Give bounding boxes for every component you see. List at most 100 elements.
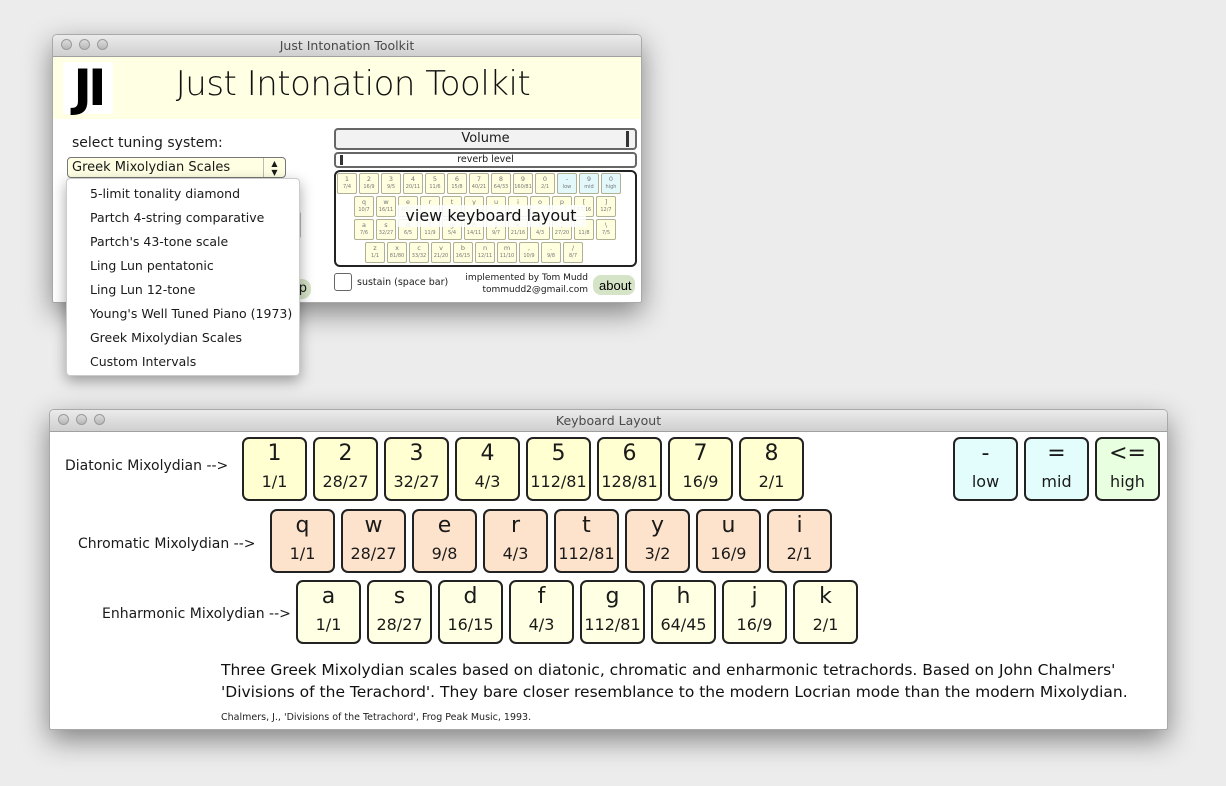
- key-j[interactable]: j 16/9: [722, 580, 787, 644]
- key-w[interactable]: w 28/27: [341, 509, 406, 573]
- key-6[interactable]: 6 128/81: [597, 437, 662, 501]
- mini-key[interactable]: s 32/27: [376, 219, 396, 240]
- mini-key[interactable]: 7 40/21: [469, 173, 489, 194]
- close-window-button[interactable]: [61, 39, 72, 50]
- minimize-window-button[interactable]: [79, 39, 90, 50]
- dropdown-option[interactable]: Partch's 43-tone scale: [67, 230, 299, 254]
- key-k[interactable]: k 2/1: [793, 580, 858, 644]
- layout-titlebar: Keyboard Layout: [50, 410, 1167, 432]
- key-label: mid: [1041, 472, 1072, 491]
- mini-key[interactable]: ] 12/7: [596, 196, 616, 217]
- volume-slider[interactable]: Volume: [334, 128, 637, 150]
- mini-key[interactable]: 6 15/8: [447, 173, 467, 194]
- mini-key[interactable]: x 81/80: [387, 242, 407, 263]
- key-3[interactable]: 3 32/27: [384, 437, 449, 501]
- mini-key[interactable]: 3 9/5: [381, 173, 401, 194]
- mini-key[interactable]: b 16/15: [453, 242, 473, 263]
- mini-key[interactable]: 4 20/11: [403, 173, 423, 194]
- enharmonic-key-row: a 1/1 s 28/27 d 16/15 f 4/3 g 112/81 h 64/45 j 16/9 k 2…: [296, 580, 858, 644]
- zoom-window-button[interactable]: [97, 39, 108, 50]
- key-u[interactable]: u 16/9: [696, 509, 761, 573]
- tuning-select-value: Greek Mixolydian Scales: [72, 160, 231, 175]
- mini-keyboard-preview[interactable]: z 1/1 x 81/80 c 33/32 v 21/20 b 16/15 n 12/11 m 11/10…: [334, 170, 637, 267]
- key-char: i: [796, 513, 803, 538]
- mini-key[interactable]: /8/7: [563, 242, 583, 263]
- dropdown-option[interactable]: Partch 4-string comparative: [67, 206, 299, 230]
- key-1[interactable]: 1 1/1: [242, 437, 307, 501]
- key-t[interactable]: t 112/81: [554, 509, 619, 573]
- tuning-system-select[interactable]: Greek Mixolydian Scales ▲ ▼: [67, 157, 286, 178]
- key-s[interactable]: s 28/27: [367, 580, 432, 644]
- mini-key-ratio: 15/8: [451, 184, 463, 190]
- tuning-system-dropdown: 5-limit tonality diamond Partch 4-string…: [66, 178, 300, 376]
- mini-key[interactable]: c 33/32: [409, 242, 429, 263]
- close-window-button[interactable]: [58, 414, 69, 425]
- dropdown-option[interactable]: Custom Intervals: [67, 350, 299, 374]
- mini-key-char: m: [503, 244, 511, 252]
- mini-key[interactable]: 0 2/1: [535, 173, 555, 194]
- volume-label: Volume: [461, 131, 510, 146]
- key-ratio: 64/45: [660, 615, 707, 634]
- octave-key-low[interactable]: - low: [953, 437, 1018, 501]
- reverb-slider-handle[interactable]: [339, 155, 343, 165]
- key-f[interactable]: f 4/3: [509, 580, 574, 644]
- dropdown-option[interactable]: Young's Well Tuned Piano (1973): [67, 302, 299, 326]
- mini-key-ratio: 9/5: [386, 184, 396, 190]
- key-char: g: [605, 584, 620, 609]
- mini-key[interactable]: w 16/11: [376, 196, 396, 217]
- key-d[interactable]: d 16/15: [438, 580, 503, 644]
- zoom-window-button[interactable]: [94, 414, 105, 425]
- key-r[interactable]: r 4/3: [483, 509, 548, 573]
- key-a[interactable]: a 1/1: [296, 580, 361, 644]
- mini-key[interactable]: q 10/7: [354, 196, 374, 217]
- dropdown-option[interactable]: Ling Lun pentatonic: [67, 254, 299, 278]
- view-keyboard-layout-label[interactable]: view keyboard layout: [396, 205, 586, 227]
- key-7[interactable]: 7 16/9: [668, 437, 733, 501]
- mini-key[interactable]: 9 mid: [579, 173, 599, 194]
- mini-key[interactable]: - low: [557, 173, 577, 194]
- key-char: d: [463, 584, 478, 609]
- mini-key[interactable]: 1 7/4: [337, 173, 357, 194]
- volume-slider-handle[interactable]: [626, 131, 630, 147]
- mini-key[interactable]: v 21/20: [431, 242, 451, 263]
- key-q[interactable]: q 1/1: [270, 509, 335, 573]
- mini-key[interactable]: n 12/11: [475, 242, 495, 263]
- mini-key[interactable]: z 1/1: [365, 242, 385, 263]
- key-g[interactable]: g 112/81: [580, 580, 645, 644]
- mini-key-ratio: 81/80: [389, 253, 405, 259]
- key-2[interactable]: 2 28/27: [313, 437, 378, 501]
- dropdown-option[interactable]: Greek Mixolydian Scales: [67, 326, 299, 350]
- mini-key-char: x: [395, 244, 399, 252]
- about-button[interactable]: about: [593, 275, 635, 295]
- mini-key[interactable]: 9 160/81: [513, 173, 533, 194]
- key-i[interactable]: i 2/1: [767, 509, 832, 573]
- sustain-label: sustain (space bar): [357, 277, 449, 288]
- mini-key[interactable]: a 7/6: [354, 219, 374, 240]
- key-e[interactable]: e 9/8: [412, 509, 477, 573]
- key-8[interactable]: 8 2/1: [739, 437, 804, 501]
- mini-key[interactable]: , 10/9: [519, 242, 539, 263]
- mini-key[interactable]: 2 16/9: [359, 173, 379, 194]
- mini-key[interactable]: \ 7/5: [596, 219, 616, 240]
- octave-key-high[interactable]: <= high: [1095, 437, 1160, 501]
- mini-key-ratio: 64/33: [493, 184, 509, 190]
- octave-key-mid[interactable]: = mid: [1024, 437, 1089, 501]
- mini-key[interactable]: . 9/8: [541, 242, 561, 263]
- key-h[interactable]: h 64/45: [651, 580, 716, 644]
- sustain-checkbox[interactable]: [334, 273, 352, 291]
- citation: Chalmers, J., 'Divisions of the Tetracho…: [221, 712, 532, 723]
- mini-key[interactable]: 0 high: [601, 173, 621, 194]
- mini-key[interactable]: 5 11/6: [425, 173, 445, 194]
- key-4[interactable]: 4 4/3: [455, 437, 520, 501]
- mini-key[interactable]: m 11/10: [497, 242, 517, 263]
- dropdown-option[interactable]: Ling Lun 12-tone: [67, 278, 299, 302]
- dropdown-option[interactable]: 5-limit tonality diamond: [67, 182, 299, 206]
- mini-key[interactable]: 8 64/33: [491, 173, 511, 194]
- chromatic-key-row: q 1/1 w 28/27 e 9/8 r 4/3 t 112/81 y 3/2 u 16/9 i 2/1: [270, 509, 832, 573]
- key-y[interactable]: y 3/2: [625, 509, 690, 573]
- mini-key-ratio: low: [562, 184, 572, 190]
- minimize-window-button[interactable]: [76, 414, 87, 425]
- reverb-slider[interactable]: reverb level: [334, 152, 637, 168]
- key-5[interactable]: 5 112/81: [526, 437, 591, 501]
- mini-key-ratio: 10/7: [358, 207, 370, 213]
